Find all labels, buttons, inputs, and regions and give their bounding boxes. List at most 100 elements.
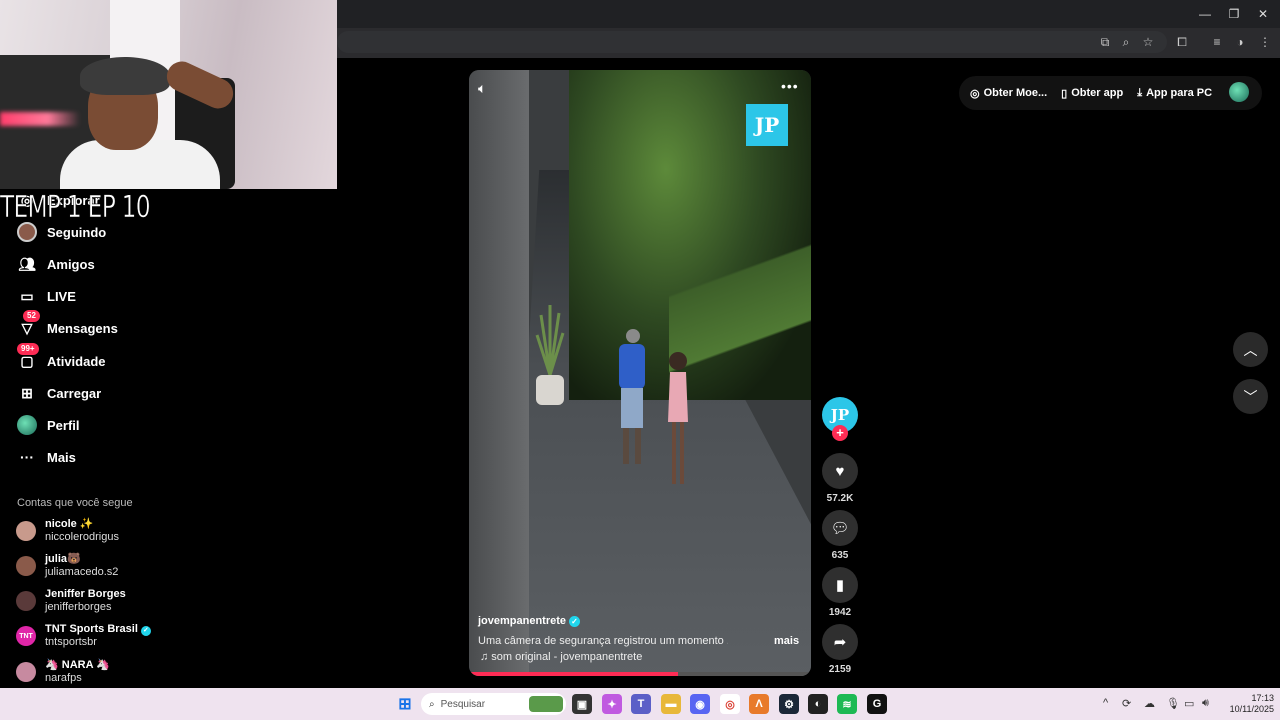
- reading-list-icon[interactable]: ≡: [1207, 33, 1227, 51]
- taskbar-search[interactable]: ⌕ Pesquisar: [421, 693, 566, 715]
- followed-account[interactable]: Jeniffer Borges jenifferborges: [16, 586, 126, 616]
- comment-button[interactable]: 💬︎: [822, 510, 858, 546]
- sidebar-item-label: Amigos: [47, 256, 95, 272]
- microphone-icon[interactable]: 🎙︎: [1166, 697, 1180, 710]
- copilot-icon[interactable]: ✦: [602, 694, 622, 714]
- zoom-icon[interactable]: ⌕: [1116, 33, 1136, 51]
- video-progress-bar[interactable]: [469, 672, 811, 676]
- chrome-icon[interactable]: ◎: [720, 694, 740, 714]
- extensions-icon[interactable]: ⧠: [1172, 33, 1192, 51]
- get-coins-button[interactable]: ◎ Obter Moe...: [970, 87, 1047, 100]
- video-music[interactable]: ♫ som original - jovempanentrete: [480, 651, 642, 663]
- description-more-link[interactable]: mais: [774, 635, 799, 647]
- channel-watermark-logo: JP: [746, 104, 788, 146]
- task-view-icon[interactable]: ▣: [572, 694, 592, 714]
- video-girl: [668, 352, 688, 484]
- next-video-button[interactable]: ﹀: [1233, 379, 1268, 414]
- save-button[interactable]: ▮: [822, 567, 858, 603]
- close-icon[interactable]: ✕: [1248, 4, 1278, 24]
- chevron-down-icon: ﹀: [1243, 388, 1258, 405]
- file-explorer-icon[interactable]: ▬: [661, 694, 681, 714]
- coin-icon: ◎: [970, 87, 980, 100]
- account-handle: jenifferborges: [45, 601, 112, 613]
- top-actions-bar: ◎ Obter Moe... ▯ Obter app ⤓ App para PC: [959, 76, 1262, 110]
- sidebar-item-label: Seguindo: [47, 224, 107, 240]
- account-name: nicole ✨: [45, 518, 94, 530]
- restore-icon[interactable]: ❐: [1219, 4, 1249, 24]
- sidebar-item-amigos[interactable]: 👥︎ Amigos: [17, 253, 95, 275]
- sidebar-item-atividade[interactable]: ▢ 99+ Atividade: [17, 343, 106, 372]
- app-icon-dark[interactable]: ◐: [808, 694, 828, 714]
- pc-app-label: App para PC: [1146, 87, 1213, 99]
- tray-chevron-icon[interactable]: ^: [1103, 697, 1108, 709]
- sidebar-item-perfil[interactable]: Perfil: [17, 414, 80, 436]
- search-placeholder: Pesquisar: [440, 698, 486, 710]
- clock-date: 10/11/2025: [1229, 704, 1274, 714]
- live-tv-icon: ▭: [20, 287, 34, 304]
- sidebar-item-live[interactable]: ▭ LIVE: [17, 285, 76, 307]
- discord-icon[interactable]: ◉: [690, 694, 710, 714]
- video-description: Uma câmera de segurança registrou um mom…: [478, 635, 728, 647]
- sidebar-item-label: LIVE: [47, 288, 76, 304]
- share-button[interactable]: ➦: [822, 624, 858, 660]
- sidebar-item-label: Mensagens: [47, 320, 118, 336]
- sidebar-item-label: Carregar: [47, 385, 102, 401]
- windows-start-icon[interactable]: ⊞: [395, 694, 415, 714]
- app-icon[interactable]: Λ: [749, 694, 769, 714]
- account-name-text: TNT Sports Brasil: [45, 623, 138, 635]
- address-bar[interactable]: [337, 31, 1167, 53]
- profile-avatar-icon: [17, 415, 37, 435]
- pc-app-button[interactable]: ⤓ App para PC: [1137, 87, 1212, 100]
- upload-plus-icon: ⊞: [21, 384, 33, 401]
- get-app-button[interactable]: ▯ Obter app: [1061, 87, 1123, 100]
- volume-icon[interactable]: 🔈︎: [478, 80, 486, 97]
- comment-count: 635: [831, 550, 849, 561]
- sidebar-item-label: Atividade: [47, 353, 106, 369]
- clock-time: 17:13: [1251, 693, 1274, 703]
- account-handle: juliamacedo.s2: [45, 566, 119, 578]
- onedrive-icon[interactable]: ☁: [1144, 697, 1155, 710]
- followed-account[interactable]: 🦄 NARA 🦄 narafps: [16, 657, 110, 687]
- search-highlight-icon: [529, 696, 563, 712]
- sidebar-item-mensagens[interactable]: ▽ 52 Mensagens: [17, 310, 118, 339]
- browser-menu-icon[interactable]: ⋮: [1255, 33, 1275, 51]
- account-handle: niccolerodrigus: [45, 531, 119, 543]
- steam-icon[interactable]: ⚙: [779, 694, 799, 714]
- network-icon[interactable]: ▭: [1184, 697, 1194, 710]
- minimize-icon[interactable]: —: [1190, 4, 1220, 24]
- install-app-icon[interactable]: ⧉: [1095, 33, 1115, 51]
- followed-account[interactable]: nicole ✨ niccolerodrigus: [16, 516, 119, 546]
- user-avatar[interactable]: [1229, 82, 1249, 102]
- sidebar-item-mais[interactable]: ··· Mais: [17, 446, 76, 468]
- followed-account[interactable]: julia🐻 juliamacedo.s2: [16, 551, 118, 581]
- speaker-icon[interactable]: 🔊︎: [1202, 697, 1209, 710]
- previous-video-button[interactable]: ︿: [1233, 332, 1268, 367]
- video-plant: [535, 305, 565, 405]
- bookmark-star-icon[interactable]: ☆: [1138, 33, 1158, 51]
- account-handle: narafps: [45, 672, 82, 684]
- chevron-up-icon: ︿: [1243, 341, 1258, 358]
- webcam-person-hat: [80, 57, 170, 95]
- search-icon: ⌕: [429, 698, 435, 710]
- teams-icon[interactable]: T: [631, 694, 651, 714]
- video-author-name: jovempanentrete: [478, 615, 567, 627]
- verified-icon: ✓: [569, 615, 581, 627]
- video-wall: [469, 70, 529, 676]
- friends-icon: 👥︎: [18, 255, 36, 272]
- taskbar-clock[interactable]: 17:13 10/11/2025: [1218, 693, 1274, 715]
- tray-sync-icon[interactable]: ⟳: [1122, 697, 1131, 710]
- video-more-icon[interactable]: •••: [781, 78, 799, 94]
- app-icon-g[interactable]: G: [867, 694, 887, 714]
- sidebar-item-carregar[interactable]: ⊞ Carregar: [17, 382, 101, 404]
- like-button[interactable]: ♥: [822, 453, 858, 489]
- spotify-icon[interactable]: ≋: [837, 694, 857, 714]
- profile-icon[interactable]: ◑: [1230, 33, 1250, 51]
- video-author[interactable]: jovempanentrete ✓: [478, 615, 581, 627]
- avatar: [16, 591, 36, 611]
- video-player[interactable]: JP 🔈︎ ••• jovempanentrete ✓ Uma câmera de…: [469, 70, 811, 676]
- sidebar-item-label: Mais: [47, 449, 76, 465]
- avatar: [16, 556, 36, 576]
- follow-plus-icon[interactable]: +: [832, 425, 848, 441]
- followed-account[interactable]: TNT TNT Sports Brasil ✓ tntsportsbr: [16, 621, 151, 651]
- download-icon: ⤓: [1137, 86, 1143, 99]
